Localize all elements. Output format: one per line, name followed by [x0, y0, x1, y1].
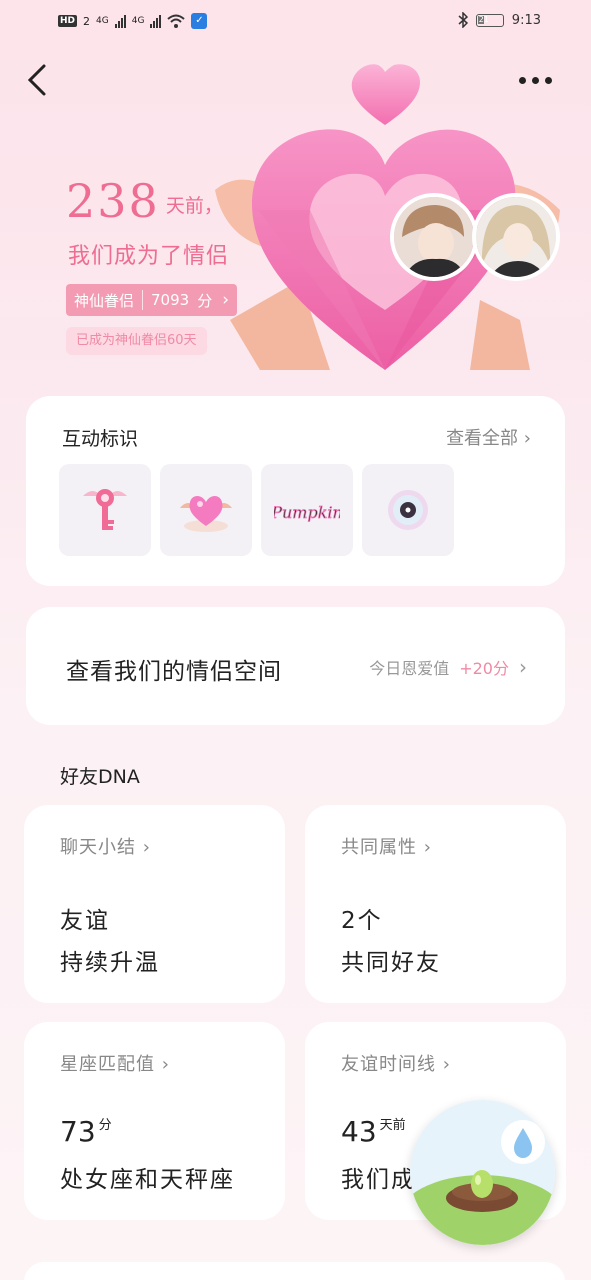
couple-space-title: 查看我们的情侣空间	[66, 659, 282, 685]
network-label-1: 4G	[96, 16, 109, 26]
avatar-right-image	[476, 197, 556, 277]
pumpkin-text-badge: Pumpkin	[274, 503, 340, 523]
badge-winged-heart[interactable]	[160, 464, 252, 556]
dna-card-label: 星座匹配值 ›	[60, 1050, 170, 1076]
days-counter: 238 天前，	[66, 178, 223, 224]
shield-icon: ✓	[191, 13, 208, 29]
tier-duration-note: 已成为神仙眷侣60天	[66, 327, 207, 355]
avatar-left-image	[394, 197, 474, 277]
dna-number: 43 天前	[341, 1114, 406, 1148]
winged-heart-icon	[180, 496, 232, 532]
vinyl-disc-icon	[388, 490, 428, 530]
status-bar: HD 2 4G 4G ✓ 21 9:13	[0, 0, 591, 44]
badge-row: Pumpkin	[59, 464, 454, 556]
dna-label-text: 共同属性	[341, 837, 417, 858]
nest-egg-icon	[410, 1100, 555, 1245]
dna-card-label: 聊天小结 ›	[60, 833, 151, 859]
dna-value-line2: 持续升温	[60, 950, 160, 976]
dna-card-label: 友谊时间线 ›	[341, 1050, 451, 1076]
view-all-label: 查看全部	[446, 428, 519, 449]
hd-indicator: HD	[58, 15, 78, 27]
avatar-left[interactable]	[390, 193, 478, 281]
badge-pumpkin[interactable]: Pumpkin	[261, 464, 353, 556]
dna-card-common-attributes[interactable]: 共同属性 › 2个 共同好友	[305, 805, 566, 1003]
battery-icon: 21	[475, 13, 504, 27]
chevron-right-icon: ›	[222, 290, 230, 310]
friend-dna-title: 好友DNA	[60, 766, 140, 788]
dna-value-line1: 友谊	[60, 908, 110, 934]
next-card-peek	[24, 1262, 565, 1280]
chevron-right-icon: ›	[417, 837, 432, 858]
avatar-right[interactable]	[472, 193, 560, 281]
became-couple-text: 我们成为了情侣	[68, 244, 230, 269]
signal-icon-2	[150, 14, 162, 28]
battery-level: 21	[478, 14, 489, 24]
dna-value-line2: 处女座和天秤座	[60, 1167, 235, 1193]
dna-card-chat-summary[interactable]: 聊天小结 › 友谊 持续升温	[24, 805, 285, 1003]
tier-pill[interactable]: 神仙眷侣 7093 分 ›	[66, 284, 238, 316]
dna-card-label: 共同属性 ›	[341, 833, 432, 859]
zodiac-score: 73	[60, 1115, 96, 1148]
timeline-days-unit: 天前	[379, 1118, 406, 1133]
tier-name: 神仙眷侣	[74, 291, 135, 310]
timeline-days: 43	[341, 1115, 377, 1148]
hero-section: 238 天前， 我们成为了情侣 神仙眷侣 7093 分 › 已成为神仙眷侣60天	[0, 50, 591, 390]
dna-value-line2: 共同好友	[341, 950, 441, 976]
days-number: 238	[66, 174, 160, 228]
sim-slot: 2	[83, 14, 91, 28]
floating-pet-widget[interactable]	[410, 1100, 555, 1245]
dna-value-line1: 2个	[341, 908, 383, 934]
chevron-right-icon: ›	[436, 1054, 451, 1075]
divider	[142, 290, 144, 310]
dna-number: 73 分	[60, 1114, 112, 1148]
badge-vinyl-disc[interactable]	[362, 464, 454, 556]
chevron-right-icon: ›	[155, 1054, 170, 1075]
dna-value-line2: 我们成	[341, 1167, 416, 1193]
couple-space-card[interactable]: 查看我们的情侣空间 今日恩爱值 +20分 ›	[26, 607, 565, 725]
bluetooth-icon	[458, 12, 468, 28]
today-affection-label: 今日恩爱值	[369, 659, 450, 678]
signal-icon-1	[114, 14, 126, 28]
today-affection: 今日恩爱值 +20分 ›	[369, 655, 527, 679]
dna-label-text: 星座匹配值	[60, 1054, 155, 1075]
chevron-right-icon: ›	[136, 837, 151, 858]
dna-label-text: 聊天小结	[60, 837, 136, 858]
zodiac-score-unit: 分	[98, 1118, 112, 1133]
badges-title: 互动标识	[62, 428, 139, 450]
today-affection-points: +20分	[459, 659, 509, 678]
dna-card-zodiac-match[interactable]: 星座匹配值 › 73 分 处女座和天秤座	[24, 1022, 285, 1220]
tier-points-unit: 分	[197, 291, 213, 310]
days-unit: 天前，	[165, 195, 223, 217]
interaction-badges-card: 互动标识 查看全部 › Pumpkin	[26, 396, 565, 586]
badge-winged-key[interactable]	[59, 464, 151, 556]
network-label-2: 4G	[131, 16, 145, 26]
pumpkin-text: Pumpkin	[274, 503, 340, 522]
chevron-right-icon: ›	[519, 655, 527, 679]
view-all-link[interactable]: 查看全部 ›	[446, 424, 531, 450]
dna-label-text: 友谊时间线	[341, 1054, 436, 1075]
tier-points: 7093	[151, 291, 190, 309]
winged-key-icon	[83, 489, 127, 530]
clock: 9:13	[511, 12, 541, 28]
chevron-right-icon: ›	[523, 428, 531, 449]
wifi-icon	[167, 14, 186, 28]
